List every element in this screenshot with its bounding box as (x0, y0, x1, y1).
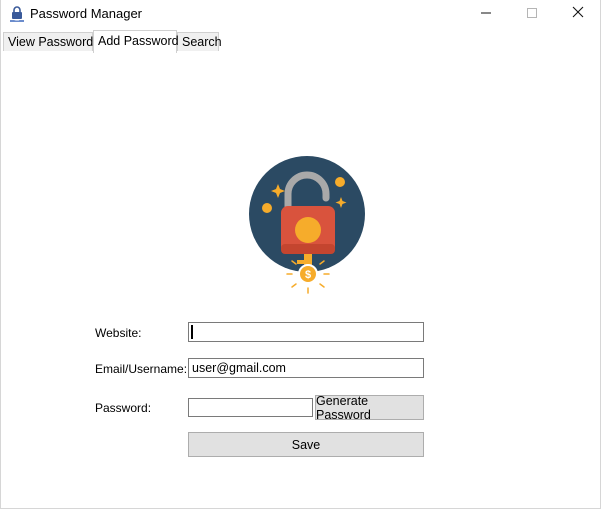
tab-search[interactable]: Search (177, 32, 222, 51)
save-button[interactable]: Save (188, 432, 424, 457)
website-label: Website: (95, 326, 142, 340)
maximize-icon (527, 5, 537, 23)
generate-password-button[interactable]: Generate Password (315, 394, 424, 422)
password-input[interactable] (188, 398, 313, 417)
close-button[interactable] (555, 0, 601, 28)
password-manager-window: **** Password Manager View Passwords Add… (0, 0, 601, 509)
padlock-app-icon: **** (9, 5, 25, 23)
window-title: Password Manager (30, 6, 142, 21)
minimize-button[interactable] (463, 0, 509, 28)
email-username-input[interactable] (188, 358, 424, 378)
email-username-label: Email/Username: (95, 362, 188, 376)
padlock-with-coin-logo: $ (245, 152, 369, 296)
text-caret (191, 325, 193, 339)
password-label: Password: (95, 401, 152, 415)
svg-text:****: **** (15, 19, 21, 23)
minimize-icon (481, 5, 491, 23)
close-icon (572, 5, 584, 23)
website-input[interactable] (188, 322, 424, 342)
maximize-button[interactable] (509, 0, 555, 28)
svg-text:$: $ (305, 269, 311, 281)
tab-add-password[interactable]: Add Password (93, 30, 179, 53)
tab-view-passwords[interactable]: View Passwords (3, 32, 99, 51)
tab-strip: View Passwords Add Password Search (1, 30, 600, 53)
title-bar: **** Password Manager (1, 0, 600, 28)
